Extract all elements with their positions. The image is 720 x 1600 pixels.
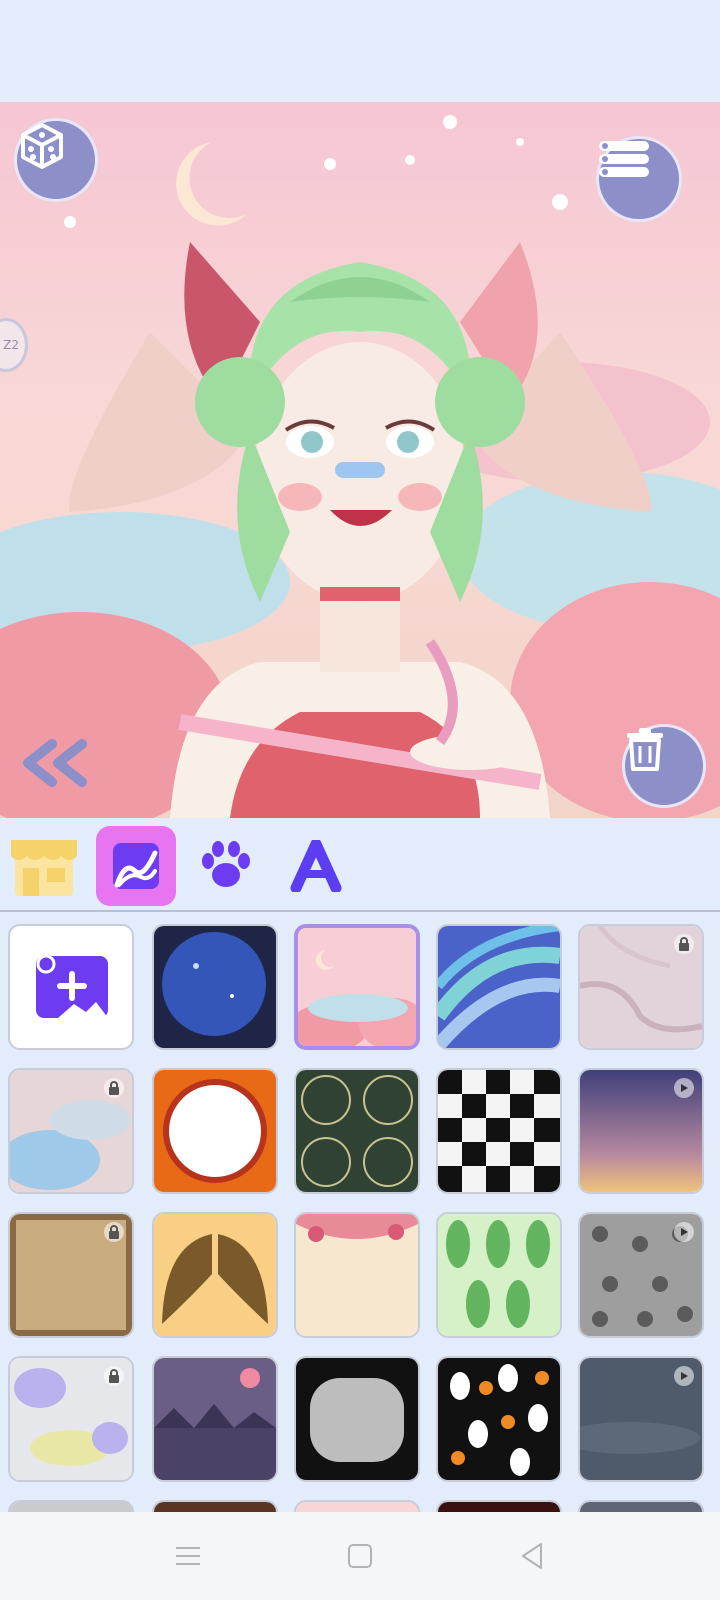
pastel-sky-thumb <box>298 928 416 1046</box>
text-A-icon <box>290 840 342 892</box>
bg-watercolor-blue[interactable] <box>8 1068 134 1194</box>
ghosts-thumb <box>438 1358 560 1480</box>
bg-ghosts-pumpkins[interactable] <box>436 1356 562 1482</box>
menu-icon <box>176 1547 200 1565</box>
lock-icon <box>104 1366 124 1386</box>
nav-back-button[interactable] <box>514 1538 550 1574</box>
bg-row5-5[interactable] <box>578 1500 704 1512</box>
bg-grey-skulls[interactable] <box>578 1212 704 1338</box>
green-tile-thumb <box>296 1070 418 1192</box>
lock-icon <box>674 934 694 954</box>
bg-row5-1[interactable] <box>8 1500 134 1512</box>
row5-5-thumb <box>580 1502 702 1512</box>
bg-row5-3[interactable] <box>294 1500 420 1512</box>
bg-checkerboard[interactable] <box>436 1068 562 1194</box>
leaves-thumb <box>438 1214 560 1336</box>
tab-pets[interactable] <box>186 826 266 906</box>
paw-icon <box>202 841 250 887</box>
bg-golden-wings[interactable] <box>152 1212 278 1338</box>
trash-icon <box>627 728 663 771</box>
bg-orange-mandala-circle[interactable] <box>152 1068 278 1194</box>
bg-green-tile-pattern[interactable] <box>294 1068 420 1194</box>
checker-thumb <box>438 1070 560 1192</box>
row5-2-thumb <box>154 1502 276 1512</box>
triangle-back-icon <box>522 1543 542 1569</box>
bg-sunset-sky[interactable] <box>578 1068 704 1194</box>
bg-purple-lake[interactable] <box>152 1356 278 1482</box>
wave-lines-thumb <box>438 926 560 1048</box>
nav-menu-button[interactable] <box>170 1538 206 1574</box>
add-photo-tile[interactable] <box>8 924 134 1050</box>
bg-pink-marble[interactable] <box>578 924 704 1050</box>
bg-halloween-frame[interactable] <box>294 1356 420 1482</box>
list-icon <box>599 141 649 177</box>
double-chevron-left-icon <box>23 739 87 787</box>
galaxy-moon-thumb <box>154 926 276 1048</box>
video-icon <box>674 1078 694 1098</box>
bg-green-leaves[interactable] <box>436 1212 562 1338</box>
lock-icon <box>104 1222 124 1242</box>
random-dice-button[interactable] <box>14 118 98 202</box>
add-image-icon <box>36 954 108 1018</box>
bg-floral-frame[interactable] <box>294 1212 420 1338</box>
bg-row5-2[interactable] <box>152 1500 278 1512</box>
mandala-thumb <box>154 1070 276 1192</box>
bg-row5-4[interactable] <box>436 1500 562 1512</box>
menu-list-button[interactable] <box>596 136 682 222</box>
tab-backgrounds[interactable] <box>96 826 176 906</box>
video-icon <box>674 1366 694 1386</box>
square-icon <box>348 1544 372 1568</box>
lock-icon <box>104 1078 124 1098</box>
nav-home-button[interactable] <box>342 1538 378 1574</box>
shop-icon <box>11 840 77 896</box>
bg-old-parchment[interactable] <box>8 1212 134 1338</box>
wings-thumb <box>154 1214 276 1336</box>
background-icon <box>113 843 159 889</box>
system-navbar <box>0 1512 720 1600</box>
bg-night-sky-moon[interactable] <box>578 1356 704 1482</box>
lake-thumb <box>154 1358 276 1480</box>
tab-text[interactable] <box>276 826 356 906</box>
side-tab-label: Z2 <box>3 338 19 352</box>
delete-button[interactable] <box>622 724 706 808</box>
status-bar-area <box>0 0 720 102</box>
row5-4-thumb <box>438 1502 560 1512</box>
halloween-thumb <box>296 1358 418 1480</box>
floral-thumb <box>296 1214 418 1336</box>
back-button[interactable] <box>22 738 92 788</box>
category-tabbar <box>0 818 720 912</box>
background-grid <box>0 912 720 1512</box>
bg-blue-wave-lines[interactable] <box>436 924 562 1050</box>
dice-icon <box>21 123 63 169</box>
row5-3-thumb <box>296 1502 418 1512</box>
avatar-preview-canvas[interactable]: Z2 <box>0 102 720 818</box>
row5-1-thumb <box>10 1502 132 1512</box>
bg-paint-splash[interactable] <box>8 1356 134 1482</box>
bg-pastel-sky-clouds[interactable] <box>294 924 420 1050</box>
bg-galaxy-moon[interactable] <box>152 924 278 1050</box>
video-icon <box>674 1222 694 1242</box>
tab-shop[interactable] <box>4 826 84 906</box>
